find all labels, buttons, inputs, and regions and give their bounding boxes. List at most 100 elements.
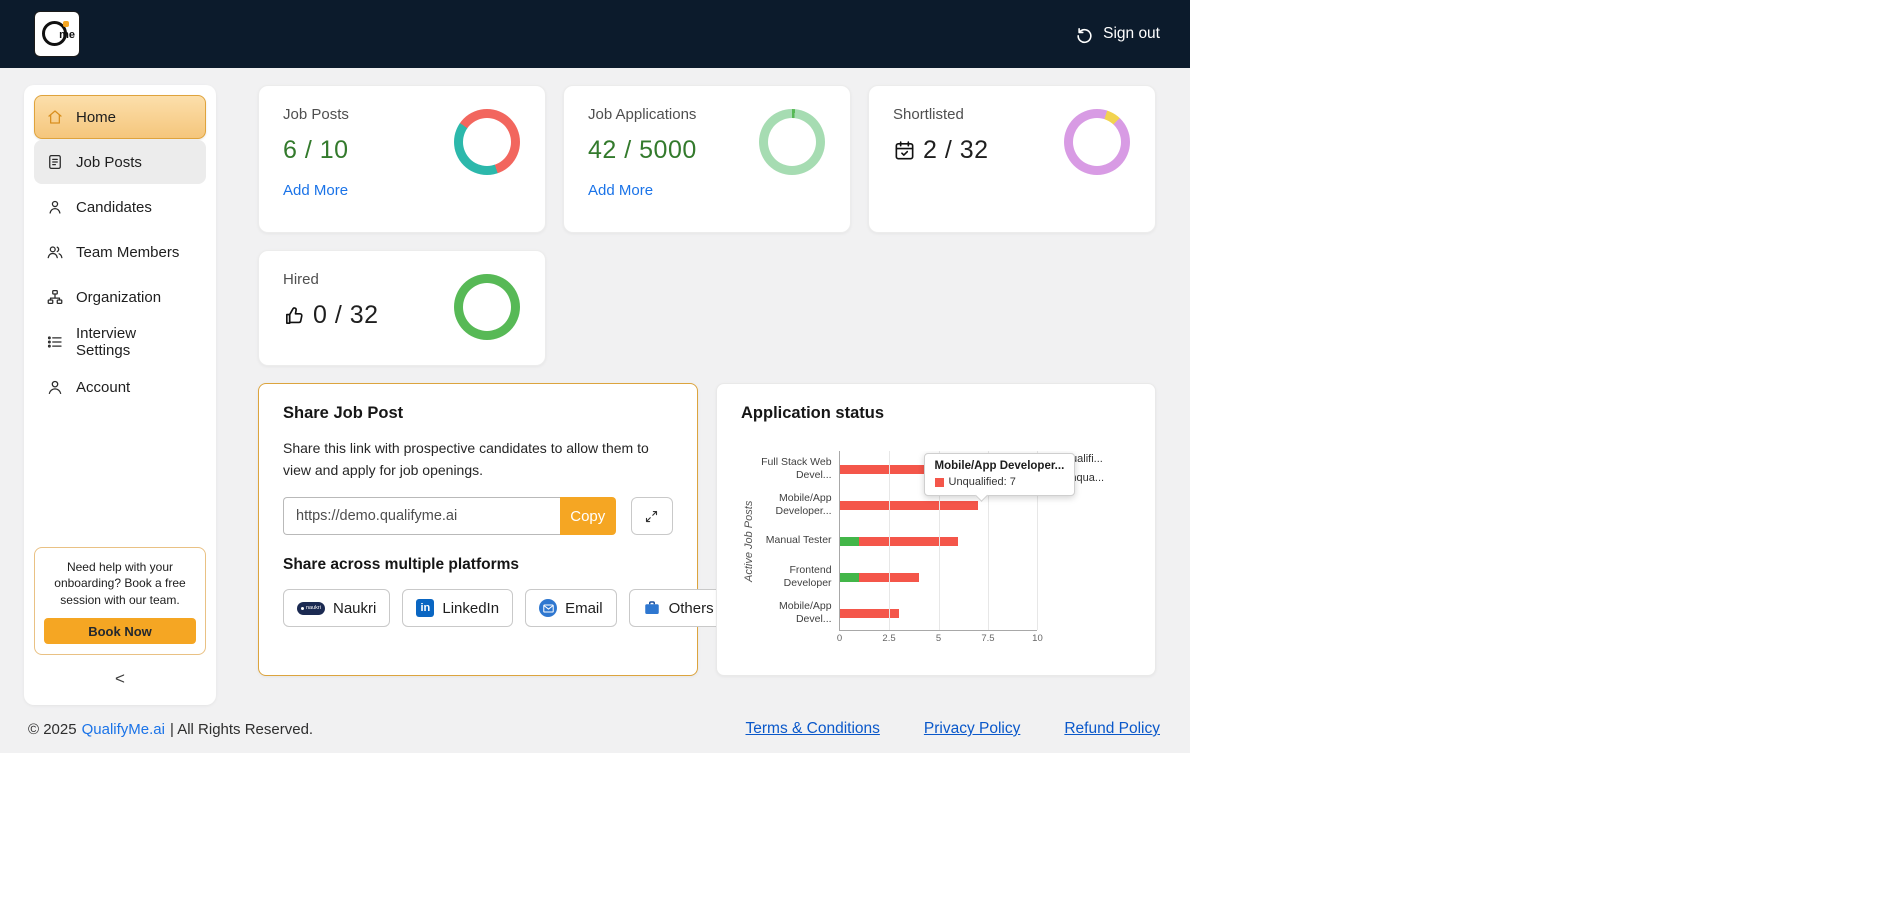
application-status-chart: Active Job Posts Full Stack Web Devel...… bbox=[741, 451, 1131, 641]
add-more-link[interactable]: Add More bbox=[588, 182, 653, 199]
sidebar-item-label: Job Posts bbox=[76, 153, 142, 171]
share-description: Share this link with prospective candida… bbox=[283, 440, 649, 478]
people-icon bbox=[47, 246, 63, 259]
application-status-panel: Application status Active Job Posts Full… bbox=[716, 383, 1156, 676]
platform-buttons: naukri Naukri in LinkedIn Email Others bbox=[283, 589, 728, 628]
chart-category-labels: Full Stack Web Devel... Mobile/App Develo… bbox=[757, 451, 839, 631]
tooltip-row: Unqualified: 7 bbox=[934, 476, 1065, 488]
platform-label: Email bbox=[565, 599, 603, 617]
logo-orange-dot bbox=[63, 21, 69, 27]
sidebar-item-label: Organization bbox=[76, 288, 162, 306]
share-email-button[interactable]: Email bbox=[525, 589, 617, 628]
qualifyme-footer-link[interactable]: QualifyMe.ai bbox=[82, 721, 165, 738]
content-area: Job Posts 6 / 10 Add More Job Applicatio… bbox=[258, 85, 1172, 705]
platform-label: Others bbox=[668, 599, 714, 617]
share-url-input[interactable] bbox=[283, 497, 560, 536]
sidebar-collapse-button[interactable]: < bbox=[34, 661, 206, 697]
help-text: Need help with your onboarding? Book a f… bbox=[54, 559, 186, 608]
chart-tooltip: Mobile/App Developer... Unqualified: 7 bbox=[923, 453, 1076, 502]
calendar-check-icon bbox=[895, 141, 914, 160]
book-now-button[interactable]: Book Now bbox=[44, 618, 196, 644]
copy-button[interactable]: Copy bbox=[559, 497, 616, 536]
stat-card-job-applications: Job Applications 42 / 5000 Add More bbox=[563, 85, 851, 233]
sign-out-label: Sign out bbox=[1103, 25, 1160, 42]
chart-plot: Mobile/App Developer... Unqualified: 7 0… bbox=[837, 451, 1076, 641]
app-window: me Sign out Home Job Posts Candidates Te… bbox=[0, 0, 1190, 753]
bar-segment-unqualified[interactable] bbox=[859, 536, 959, 546]
org-chart-icon bbox=[47, 289, 63, 305]
sign-out-icon bbox=[1077, 27, 1092, 43]
chart-category-label: Full Stack Web Devel... bbox=[761, 455, 832, 481]
sidebar-item-label: Candidates bbox=[76, 198, 152, 216]
bottom-panels: Share Job Post Share this link with pros… bbox=[258, 383, 1172, 676]
bar-segment-unqualified[interactable] bbox=[839, 500, 979, 510]
qualifyme-logo[interactable]: me bbox=[34, 11, 80, 57]
stat-value-text: 42 / 5000 bbox=[588, 136, 697, 164]
terms-link[interactable]: Terms & Conditions bbox=[746, 720, 880, 738]
tooltip-swatch bbox=[934, 477, 944, 487]
share-panel-title: Share Job Post bbox=[283, 404, 404, 422]
footer-links: Terms & Conditions Privacy Policy Refund… bbox=[746, 720, 1161, 738]
refund-policy-link[interactable]: Refund Policy bbox=[1064, 720, 1160, 738]
briefcase-icon bbox=[644, 601, 659, 615]
sidebar-item-account[interactable]: Account bbox=[34, 365, 206, 409]
chart-category-label: Manual Tester bbox=[765, 534, 832, 547]
copyright-text: © 2025 QualifyMe.ai | All Rights Reserve… bbox=[28, 721, 313, 738]
chart-xtick-label: 7.5 bbox=[981, 633, 995, 641]
platform-label: LinkedIn bbox=[442, 599, 500, 617]
share-naukri-button[interactable]: naukri Naukri bbox=[283, 589, 391, 628]
linkedin-icon: in bbox=[416, 599, 435, 618]
email-icon bbox=[539, 599, 558, 618]
chart-category-label: Mobile/App Developer... bbox=[775, 491, 832, 517]
chart-xtick-label: 10 bbox=[1032, 633, 1043, 641]
sign-out-button[interactable]: Sign out bbox=[1075, 25, 1160, 44]
sidebar-item-label: Team Members bbox=[76, 243, 180, 261]
chart-xtick-label: 0 bbox=[836, 633, 843, 641]
list-icon bbox=[47, 336, 62, 348]
hired-donut-chart bbox=[454, 274, 520, 340]
stat-value-text: 6 / 10 bbox=[283, 136, 349, 164]
chart-category-label: Mobile/App Devel... bbox=[779, 599, 832, 625]
sidebar: Home Job Posts Candidates Team Members O… bbox=[24, 85, 216, 705]
platforms-heading: Share across multiple platforms bbox=[283, 556, 520, 574]
footer: © 2025 QualifyMe.ai | All Rights Reserve… bbox=[0, 705, 1190, 753]
home-icon bbox=[48, 110, 62, 124]
stat-card-hired: Hired 0 / 32 bbox=[258, 250, 546, 366]
sidebar-item-label: Interview Settings bbox=[76, 325, 137, 359]
job-applications-donut-chart bbox=[759, 109, 825, 175]
platform-label: Naukri bbox=[333, 599, 377, 617]
copyright-prefix: © 2025 bbox=[28, 720, 77, 738]
thumbs-up-icon bbox=[286, 307, 303, 324]
sidebar-item-label: Account bbox=[76, 378, 131, 396]
chart-category-label: Frontend Developer bbox=[783, 563, 832, 589]
sidebar-item-team-members[interactable]: Team Members bbox=[34, 230, 206, 274]
tooltip-title: Mobile/App Developer... bbox=[934, 460, 1065, 472]
sidebar-item-label: Home bbox=[76, 108, 117, 126]
application-status-title: Application status bbox=[741, 404, 885, 422]
add-more-link[interactable]: Add More bbox=[283, 182, 348, 199]
onboarding-help-box: Need help with your onboarding? Book a f… bbox=[34, 546, 206, 655]
document-icon bbox=[49, 154, 61, 170]
sidebar-item-home[interactable]: Home bbox=[34, 95, 206, 139]
logo-me-text: me bbox=[59, 29, 75, 41]
share-others-button[interactable]: Others bbox=[628, 589, 728, 628]
chart-gridline bbox=[889, 451, 891, 630]
share-url-row: Copy bbox=[283, 497, 673, 536]
main-area: Home Job Posts Candidates Team Members O… bbox=[0, 68, 1190, 705]
sidebar-item-organization[interactable]: Organization bbox=[34, 275, 206, 319]
sidebar-item-interview-settings[interactable]: Interview Settings bbox=[34, 320, 206, 364]
chart-xtick-label: 5 bbox=[935, 633, 942, 641]
stat-card-shortlisted: Shortlisted 2 / 32 bbox=[868, 85, 1156, 233]
bar-segment-qualified[interactable] bbox=[839, 572, 860, 582]
job-posts-donut-chart bbox=[454, 109, 520, 175]
stat-value-text: 2 / 32 bbox=[923, 136, 989, 164]
share-linkedin-button[interactable]: in LinkedIn bbox=[402, 589, 514, 628]
privacy-policy-link[interactable]: Privacy Policy bbox=[924, 720, 1020, 738]
shortlisted-donut-chart bbox=[1064, 109, 1130, 175]
bar-segment-unqualified[interactable] bbox=[839, 608, 899, 618]
bar-segment-qualified[interactable] bbox=[839, 536, 860, 546]
copyright-suffix: | All Rights Reserved. bbox=[169, 720, 314, 738]
expand-button[interactable] bbox=[630, 497, 673, 536]
sidebar-item-candidates[interactable]: Candidates bbox=[34, 185, 206, 229]
sidebar-item-job-posts[interactable]: Job Posts bbox=[34, 140, 206, 184]
